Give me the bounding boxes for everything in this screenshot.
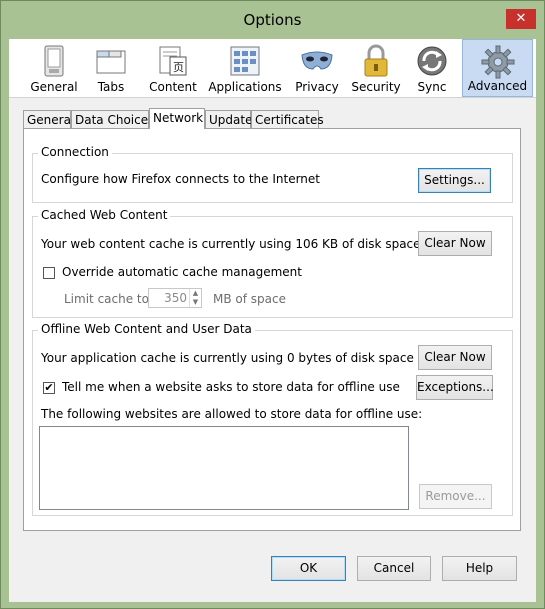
tab-certificates[interactable]: Certificates xyxy=(251,110,324,128)
clear-offline-button[interactable]: Clear Now xyxy=(418,345,492,370)
toolbar-label-applications: Applications xyxy=(208,80,282,94)
category-toolbar: General Tabs 页 Content Applications Priv… xyxy=(9,39,536,98)
tab-general[interactable]: General xyxy=(23,110,74,128)
network-panel: Connection Configure how Firefox connect… xyxy=(23,128,521,531)
tab-update[interactable]: Update xyxy=(205,110,252,128)
toolbar-label-tabs: Tabs xyxy=(97,80,125,94)
cache-limit-input[interactable]: 350 ▲ ▼ xyxy=(148,288,202,308)
content-page-icon: 页 xyxy=(159,46,187,76)
padlock-icon xyxy=(364,44,388,77)
toolbar-label-sync: Sync xyxy=(417,80,447,94)
offline-usage-text: Your application cache is currently usin… xyxy=(41,351,414,365)
tab-network[interactable]: Network xyxy=(149,108,205,129)
dialog-client-area: General Tabs 页 Content Applications Priv… xyxy=(9,39,536,602)
svg-text:页: 页 xyxy=(173,61,184,74)
toolbar-item-content[interactable]: 页 Content xyxy=(144,39,202,97)
applications-grid-icon xyxy=(230,46,260,76)
sync-arrows-icon xyxy=(417,46,447,76)
gear-icon xyxy=(481,45,514,79)
toolbar-item-tabs[interactable]: Tabs xyxy=(86,39,136,97)
toolbar-label-security: Security xyxy=(351,80,401,94)
cache-usage-text: Your web content cache is currently usin… xyxy=(41,237,421,251)
help-button[interactable]: Help xyxy=(442,556,517,581)
toolbar-label-advanced: Advanced xyxy=(467,79,528,93)
tab-data-choices[interactable]: Data Choices xyxy=(71,110,154,128)
general-switch-icon xyxy=(44,45,64,77)
connection-group-title: Connection xyxy=(38,145,112,159)
toolbar-item-applications[interactable]: Applications xyxy=(206,39,284,97)
toolbar-label-privacy: Privacy xyxy=(295,80,339,94)
offline-group-title: Offline Web Content and User Data xyxy=(38,322,255,336)
offline-sites-list[interactable] xyxy=(39,426,409,510)
spin-up-icon[interactable]: ▲ xyxy=(189,289,201,298)
privacy-mask-icon xyxy=(301,51,333,70)
spin-down-icon[interactable]: ▼ xyxy=(189,298,201,307)
window-title: Options xyxy=(243,11,302,29)
offline-group: Offline Web Content and User Data Your a… xyxy=(32,322,513,516)
cache-group-title: Cached Web Content xyxy=(38,208,171,222)
toolbar-item-advanced[interactable]: Advanced xyxy=(462,39,533,97)
cache-limit-value: 350 xyxy=(164,291,187,305)
toolbar-label-general: General xyxy=(30,80,78,94)
tell-me-label[interactable]: Tell me when a website asks to store dat… xyxy=(62,380,400,394)
override-cache-checkbox[interactable] xyxy=(43,267,55,279)
toolbar-item-general[interactable]: General xyxy=(22,39,86,97)
checkmark-icon: ✔ xyxy=(44,381,54,394)
ok-button[interactable]: OK xyxy=(271,556,346,581)
toolbar-item-privacy[interactable]: Privacy xyxy=(290,39,344,97)
connection-group: Connection Configure how Firefox connect… xyxy=(32,145,513,203)
connection-description: Configure how Firefox connects to the In… xyxy=(41,172,320,186)
connection-settings-button[interactable]: Settings... xyxy=(418,168,491,193)
clear-cache-button[interactable]: Clear Now xyxy=(418,231,492,256)
toolbar-item-sync[interactable]: Sync xyxy=(407,39,457,97)
tell-me-checkbox[interactable]: ✔ xyxy=(43,382,55,394)
toolbar-label-content: Content xyxy=(149,80,197,94)
tabs-window-icon xyxy=(96,50,126,74)
options-window: Options ✕ General Tabs 页 Content Applica… xyxy=(0,0,545,609)
allowed-sites-label: The following websites are allowed to st… xyxy=(41,407,423,421)
close-button[interactable]: ✕ xyxy=(506,9,536,29)
cache-limit-unit: MB of space xyxy=(213,292,286,306)
override-cache-label[interactable]: Override automatic cache management xyxy=(62,265,302,279)
cancel-button[interactable]: Cancel xyxy=(357,556,431,581)
offline-exceptions-button[interactable]: Exceptions... xyxy=(416,375,494,400)
limit-cache-label: Limit cache to xyxy=(64,292,149,306)
title-bar[interactable]: Options ✕ xyxy=(1,1,544,39)
cache-group: Cached Web Content Your web content cach… xyxy=(32,208,513,318)
toolbar-item-security[interactable]: Security xyxy=(347,39,405,97)
remove-site-button[interactable]: Remove... xyxy=(419,484,492,509)
